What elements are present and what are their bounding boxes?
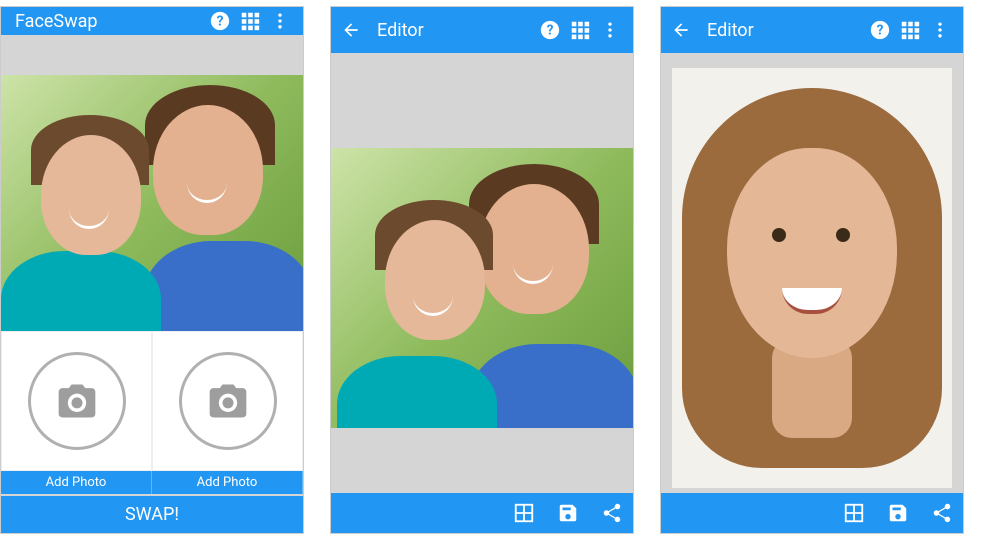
- svg-text:?: ?: [877, 23, 884, 39]
- overflow-icon[interactable]: [265, 10, 295, 32]
- camera-icon: [28, 352, 126, 450]
- back-icon[interactable]: [339, 20, 371, 40]
- svg-text:?: ?: [547, 23, 554, 39]
- add-photo-slot-2[interactable]: [152, 331, 303, 471]
- screen-editor-couple: Editor ?: [330, 6, 634, 534]
- help-icon[interactable]: ?: [535, 19, 565, 41]
- help-icon[interactable]: ?: [865, 19, 895, 41]
- save-icon[interactable]: [557, 502, 583, 524]
- screen-editor-portrait: Editor ?: [660, 6, 964, 534]
- appbar-title: FaceSwap: [9, 11, 205, 32]
- editor-image[interactable]: [672, 68, 952, 488]
- home-content: Add Photo Add Photo SWAP!: [1, 35, 303, 533]
- slot-labels: Add Photo Add Photo: [1, 471, 303, 494]
- appbar-title: Editor: [371, 20, 535, 41]
- editor-content: [661, 53, 963, 533]
- appbar-title: Editor: [701, 20, 865, 41]
- screen-faceswap-home: FaceSwap ?: [0, 6, 304, 534]
- share-icon[interactable]: [601, 502, 627, 524]
- save-icon[interactable]: [887, 502, 913, 524]
- overflow-icon[interactable]: [925, 19, 955, 41]
- editor-content: [331, 53, 633, 533]
- grid-icon[interactable]: [565, 19, 595, 41]
- grid-icon[interactable]: [235, 10, 265, 32]
- appbar: Editor ?: [661, 7, 963, 53]
- add-photo-label-2[interactable]: Add Photo: [152, 471, 303, 494]
- layout-icon[interactable]: [513, 502, 539, 524]
- layout-icon[interactable]: [843, 502, 869, 524]
- appbar: Editor ?: [331, 7, 633, 53]
- photo-slots: [1, 331, 303, 471]
- editor-bottombar: [331, 493, 633, 533]
- overflow-icon[interactable]: [595, 19, 625, 41]
- grid-icon[interactable]: [895, 19, 925, 41]
- help-icon[interactable]: ?: [205, 10, 235, 32]
- main-photo[interactable]: [1, 75, 303, 331]
- share-icon[interactable]: [931, 502, 957, 524]
- appbar: FaceSwap ?: [1, 7, 303, 35]
- swap-button[interactable]: SWAP!: [1, 496, 303, 533]
- add-photo-label-1[interactable]: Add Photo: [1, 471, 152, 494]
- add-photo-slot-1[interactable]: [1, 331, 152, 471]
- back-icon[interactable]: [669, 20, 701, 40]
- svg-text:?: ?: [217, 14, 224, 30]
- editor-bottombar: [661, 493, 963, 533]
- editor-image[interactable]: [331, 148, 633, 428]
- camera-icon: [179, 352, 277, 450]
